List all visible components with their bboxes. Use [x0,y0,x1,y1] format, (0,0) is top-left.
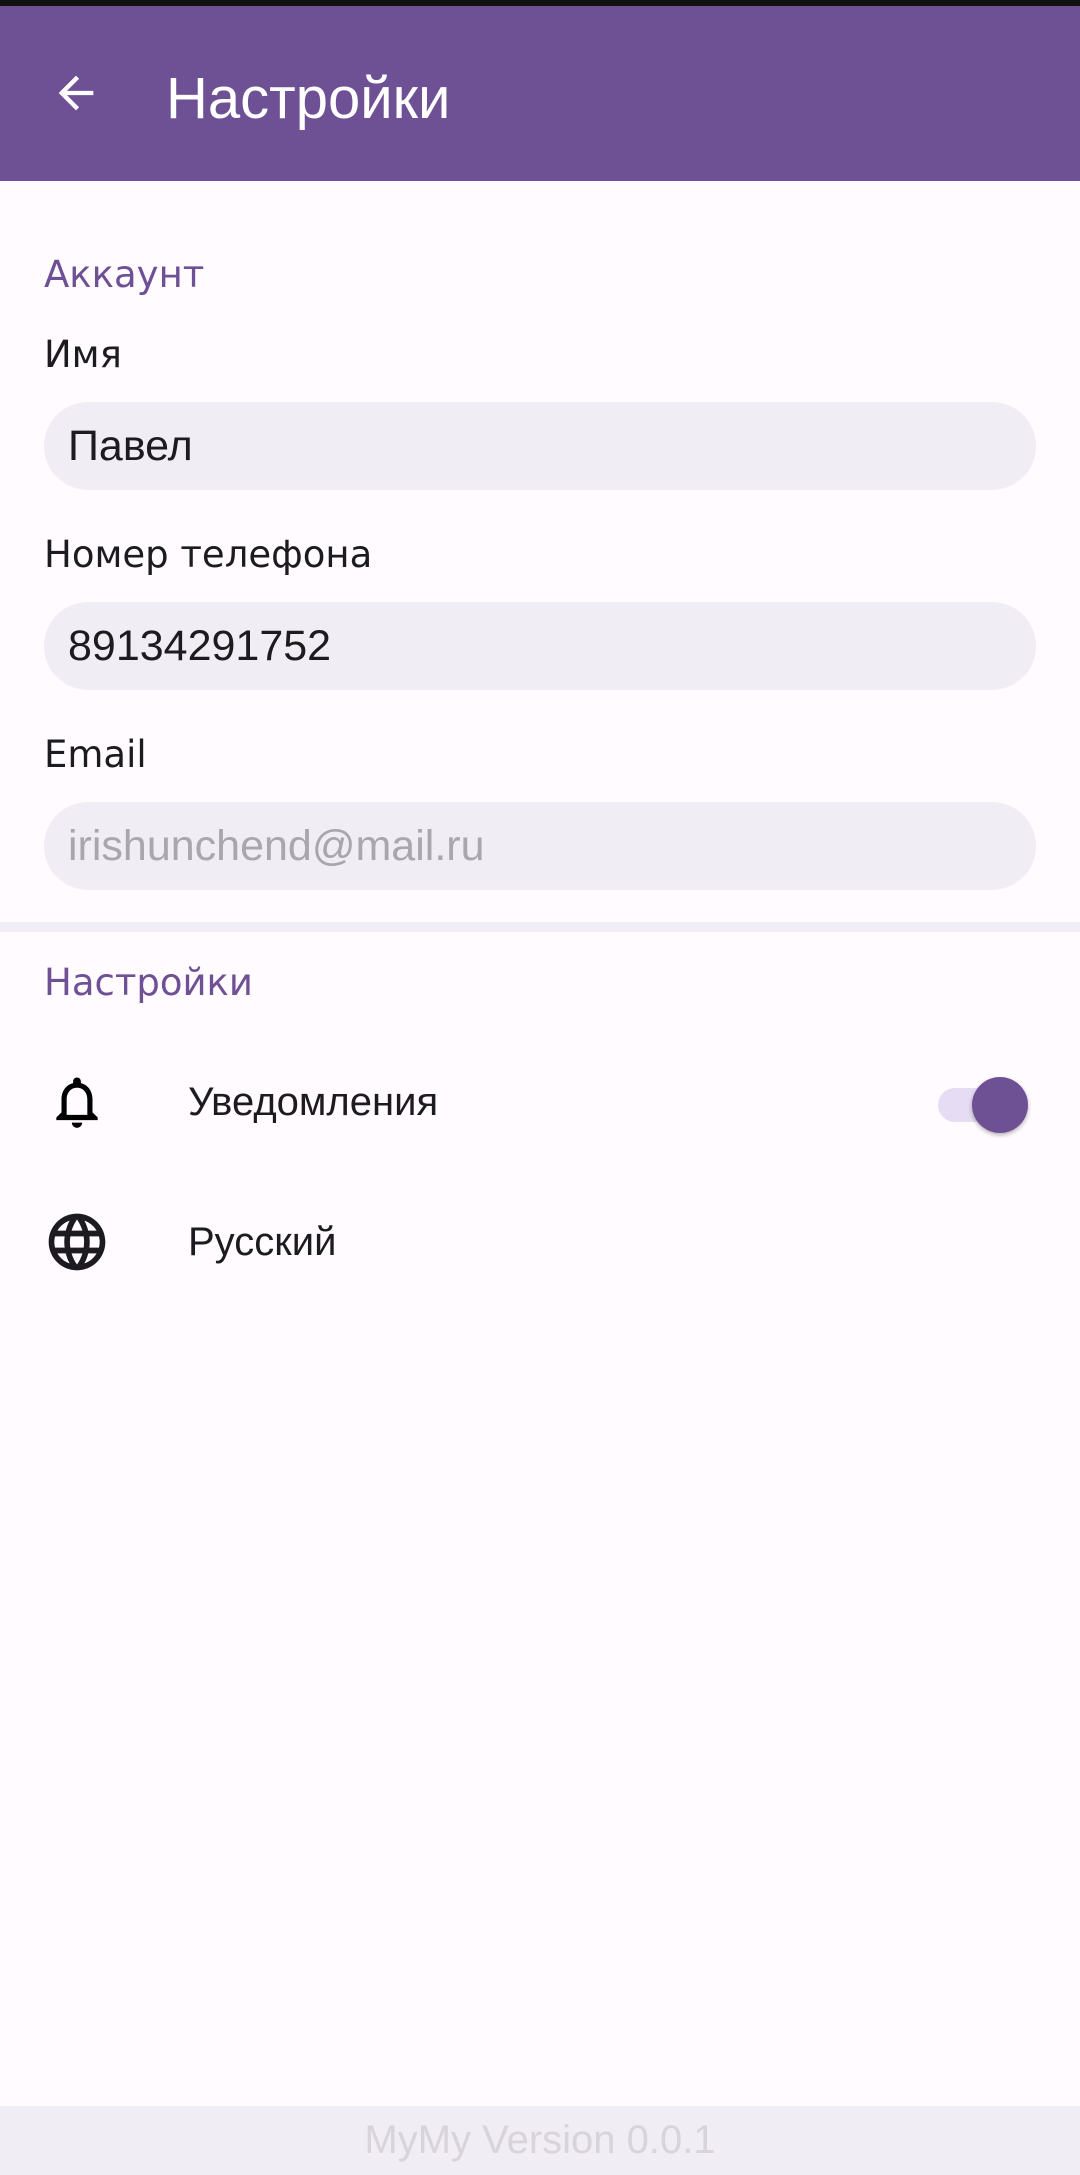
email-field: irishunchend@mail.ru [44,802,1036,890]
name-label: Имя [44,333,122,376]
email-label: Email [44,733,147,776]
name-field[interactable]: Павел [44,402,1036,490]
phone-field[interactable]: 89134291752 [44,602,1036,690]
language-row[interactable]: Русский [0,1177,1080,1307]
language-label: Русский [188,1220,337,1264]
settings-section-header: Настройки [44,961,253,1004]
toggle-thumb [972,1077,1028,1133]
bell-icon [42,1067,112,1137]
notifications-row[interactable]: Уведомления [0,1037,1080,1167]
phone-label: Номер телефона [44,533,373,576]
notifications-label: Уведомления [188,1080,439,1124]
version-footer: MyMy Version 0.0.1 [0,2106,1080,2175]
arrow-back-icon [58,75,94,111]
back-button[interactable] [26,43,126,143]
globe-icon [42,1207,112,1277]
app-bar: Настройки [0,6,1080,181]
page-title: Настройки [166,66,451,131]
account-section-header: Аккаунт [44,253,205,296]
section-divider [0,922,1080,932]
notifications-toggle[interactable] [938,1077,1028,1133]
